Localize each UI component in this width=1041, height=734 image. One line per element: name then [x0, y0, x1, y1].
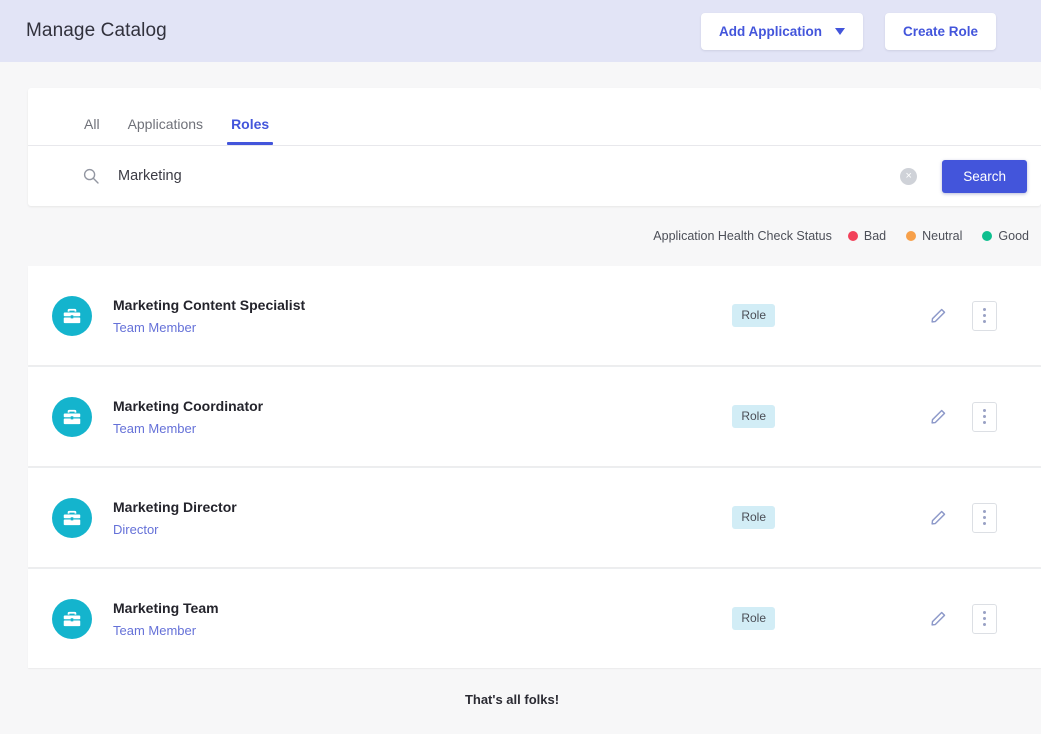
briefcase-icon — [52, 497, 92, 538]
kebab-dot — [983, 516, 986, 519]
briefcase-icon — [52, 598, 92, 639]
tab-roles[interactable]: Roles — [217, 116, 283, 145]
content-column: All Applications Roles × Search Applicat… — [28, 88, 1041, 707]
tab-applications[interactable]: Applications — [114, 116, 218, 145]
page-body: All Applications Roles × Search Applicat… — [0, 62, 1041, 734]
row-overflow-menu-icon[interactable] — [972, 401, 997, 432]
status-badge: Role — [732, 607, 775, 630]
legend-label-bad: Bad — [863, 229, 887, 243]
kebab-dot — [983, 510, 986, 513]
catalog-tabs: All Applications Roles — [28, 88, 1041, 146]
status-dot-neutral — [906, 231, 917, 241]
status-badge: Role — [732, 405, 775, 428]
search-row: × Search — [28, 146, 1041, 206]
search-input[interactable] — [80, 156, 901, 196]
table-row[interactable]: Marketing Content Specialist Team Member… — [28, 266, 1041, 367]
status-badge: Role — [732, 506, 775, 529]
edit-pencil-icon[interactable] — [925, 606, 951, 632]
health-check-legend: Application Health Check Status Bad Neut… — [28, 206, 1041, 266]
add-application-label: Add Application — [718, 23, 822, 39]
clear-search-icon[interactable]: × — [900, 167, 918, 185]
kebab-dot — [983, 522, 986, 525]
row-title: Marketing Director — [113, 498, 237, 515]
row-text: Marketing Content Specialist Team Member — [113, 297, 305, 335]
row-title: Marketing Coordinator — [113, 397, 264, 414]
search-button[interactable]: Search — [942, 159, 1027, 193]
row-overflow-menu-icon[interactable] — [972, 502, 997, 533]
kebab-dot — [983, 314, 986, 317]
status-dot-bad — [847, 231, 858, 241]
end-of-list-note: That's all folks! — [464, 692, 560, 707]
table-row[interactable]: Marketing Coordinator Team Member Role — [28, 367, 1041, 468]
header-actions: Add Application Create Role — [700, 12, 996, 50]
create-role-label: Create Role — [902, 23, 978, 39]
kebab-dot — [983, 421, 986, 424]
status-badge: Role — [732, 304, 775, 327]
add-application-button[interactable]: Add Application — [700, 12, 863, 50]
kebab-dot — [983, 308, 986, 311]
row-text: Marketing Coordinator Team Member — [113, 398, 263, 436]
kebab-dot — [983, 409, 986, 412]
legend-item-neutral: Neutral — [906, 229, 962, 243]
briefcase-icon — [52, 396, 92, 437]
legend-title: Application Health Check Status — [653, 229, 832, 243]
row-subtitle-link[interactable]: Director — [113, 522, 237, 537]
row-subtitle-link[interactable]: Team Member — [113, 421, 263, 436]
legend-item-bad: Bad — [847, 229, 887, 243]
page-title: Manage Catalog — [26, 20, 167, 41]
row-subtitle-link[interactable]: Team Member — [113, 623, 219, 638]
row-overflow-menu-icon[interactable] — [972, 300, 997, 331]
edit-pencil-icon[interactable] — [925, 505, 951, 531]
legend-item-good: Good — [982, 229, 1029, 243]
legend-label-good: Good — [998, 229, 1029, 243]
row-title: Marketing Content Specialist — [113, 296, 306, 313]
briefcase-icon — [52, 295, 92, 336]
edit-pencil-icon[interactable] — [925, 303, 951, 329]
results-list: Marketing Content Specialist Team Member… — [28, 266, 1041, 668]
edit-pencil-icon[interactable] — [925, 404, 951, 430]
kebab-dot — [983, 617, 986, 620]
search-card: All Applications Roles × Search — [28, 88, 1041, 206]
create-role-button[interactable]: Create Role — [884, 12, 996, 50]
chevron-down-icon — [834, 27, 845, 35]
legend-label-neutral: Neutral — [922, 229, 963, 243]
table-row[interactable]: Marketing Director Director Role — [28, 468, 1041, 569]
search-icon — [83, 168, 99, 184]
row-title: Marketing Team — [113, 599, 219, 616]
row-text: Marketing Director Director — [113, 499, 237, 537]
kebab-dot — [983, 611, 986, 614]
row-subtitle-link[interactable]: Team Member — [113, 320, 305, 335]
page-header: Manage Catalog Add Application Create Ro… — [0, 0, 1041, 62]
kebab-dot — [983, 623, 986, 626]
kebab-dot — [983, 320, 986, 323]
row-text: Marketing Team Team Member — [113, 600, 219, 638]
kebab-dot — [983, 415, 986, 418]
tab-all[interactable]: All — [70, 116, 114, 145]
row-overflow-menu-icon[interactable] — [972, 603, 997, 634]
table-row[interactable]: Marketing Team Team Member Role — [28, 569, 1041, 668]
status-dot-good — [982, 231, 993, 241]
